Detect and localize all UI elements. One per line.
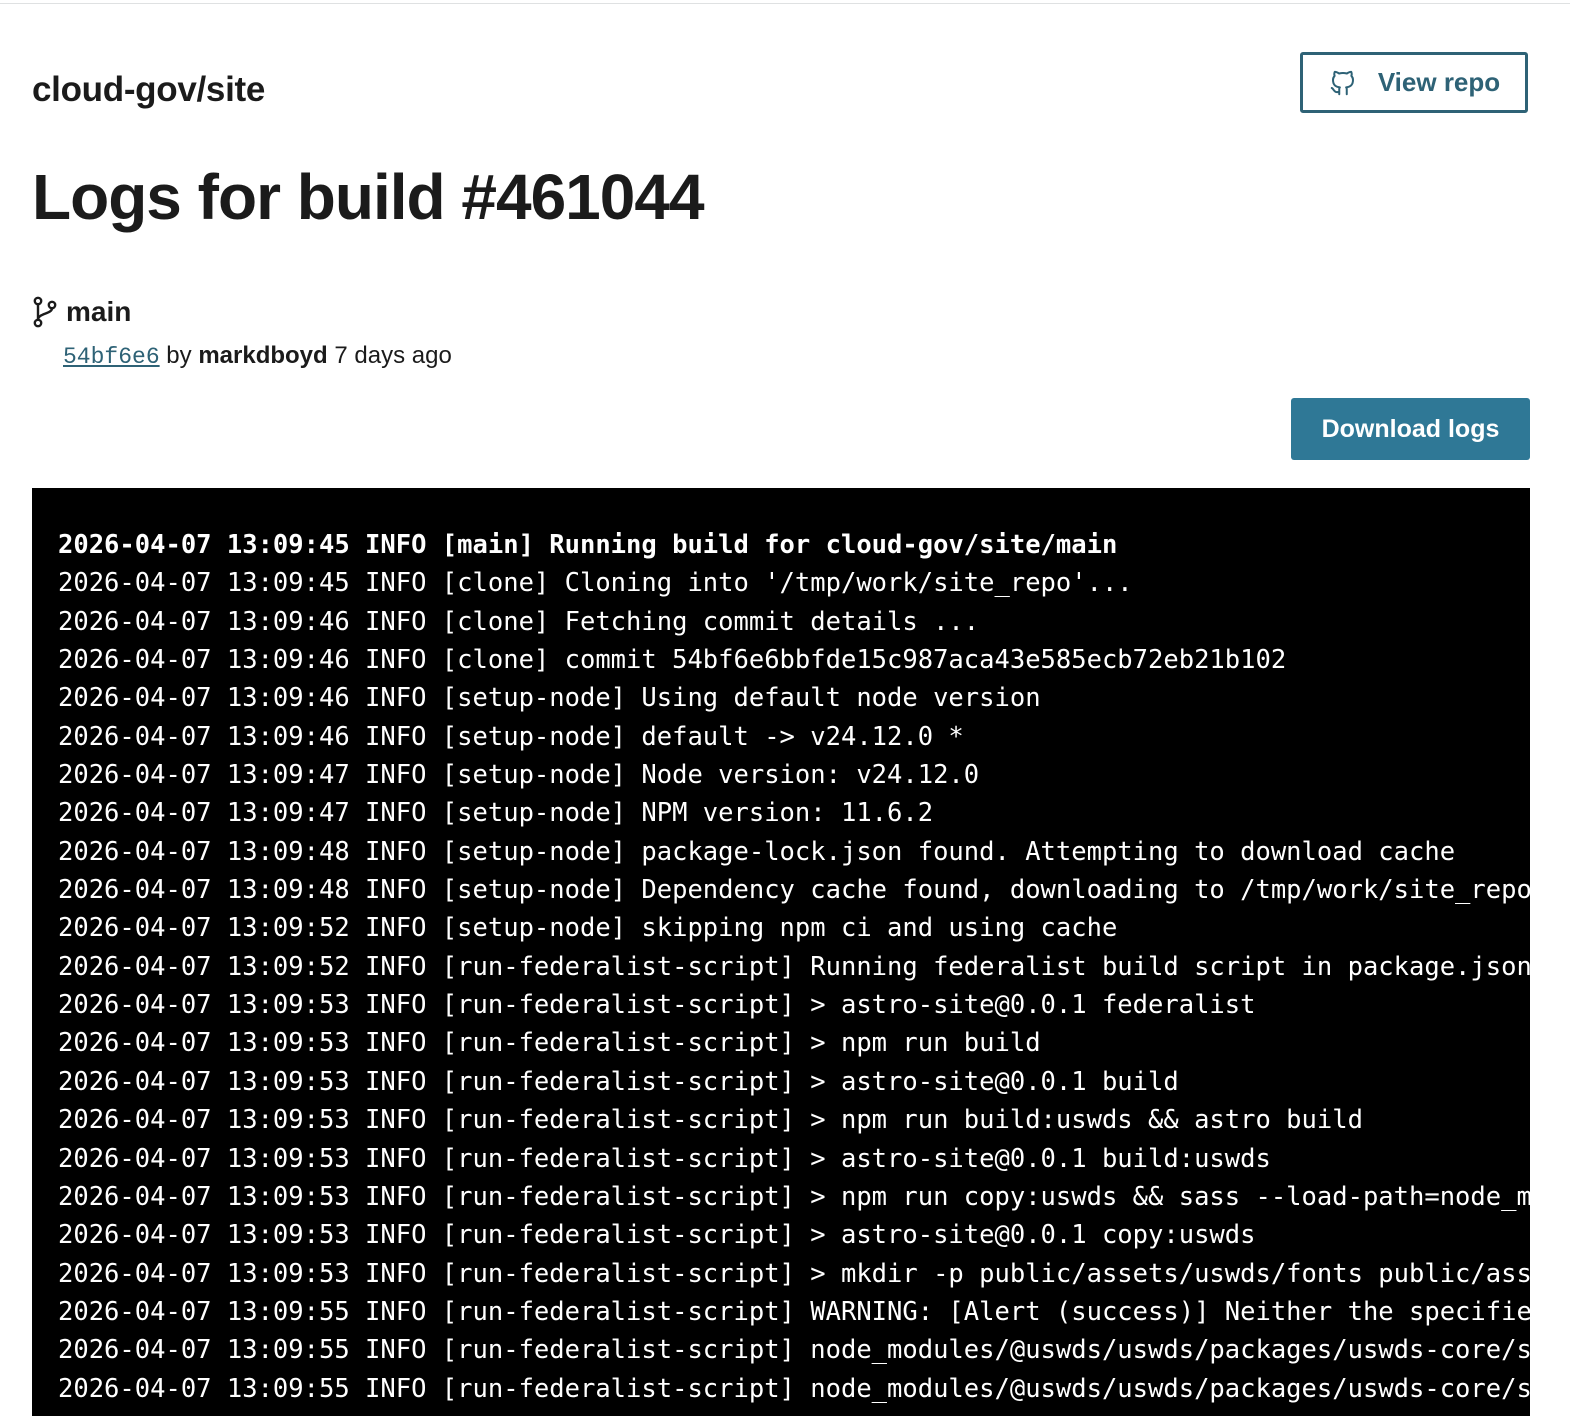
log-line: 2026-04-07 13:09:53 INFO [run-federalist… [58,1258,1530,1289]
log-line: 2026-04-07 13:09:53 INFO [run-federalist… [58,1028,1041,1059]
commit-info: 54bf6e6 by markdboyd 7 days ago [63,342,452,370]
view-repo-label: View repo [1377,67,1501,97]
log-line: 2026-04-07 13:09:48 INFO [setup-node] pa… [58,836,1456,867]
log-line: 2026-04-07 13:09:53 INFO [run-federalist… [58,1066,1179,1097]
log-line: 2026-04-07 13:09:46 INFO [clone] commit … [58,645,1287,676]
commit-by-text: by [166,342,192,369]
log-line: 2026-04-07 13:09:52 INFO [setup-node] sk… [58,913,1118,944]
log-line: 2026-04-07 13:09:53 INFO [run-federalist… [58,1105,1363,1136]
download-logs-button[interactable]: Download logs [1291,398,1530,460]
log-line: 2026-04-07 13:09:53 INFO [run-federalist… [58,1181,1530,1212]
commit-author: markdboyd [198,342,328,369]
log-line: 2026-04-07 13:09:53 INFO [run-federalist… [58,1143,1271,1174]
page-title: Logs for build #461044 [32,161,705,233]
log-line: 2026-04-07 13:09:46 INFO [setup-node] Us… [58,683,1041,714]
log-lines: 2026-04-07 13:09:45 INFO [main] Running … [58,526,1530,1408]
github-icon [1328,68,1358,98]
log-line: 2026-04-07 13:09:47 INFO [setup-node] No… [58,760,980,791]
log-line: 2026-04-07 13:09:52 INFO [run-federalist… [58,951,1530,982]
log-line: 2026-04-07 13:09:55 INFO [run-federalist… [58,1373,1530,1404]
branch-info: main [32,296,131,328]
log-line: 2026-04-07 13:09:47 INFO [setup-node] NP… [58,798,934,829]
log-line: 2026-04-07 13:09:48 INFO [setup-node] De… [58,875,1530,906]
top-divider [0,3,1570,4]
log-line: 2026-04-07 13:09:45 INFO [clone] Cloning… [58,568,1133,599]
log-line: 2026-04-07 13:09:46 INFO [setup-node] de… [58,721,964,752]
log-line: 2026-04-07 13:09:53 INFO [run-federalist… [58,990,1256,1021]
log-line: 2026-04-07 13:09:53 INFO [run-federalist… [58,1220,1256,1251]
commit-time: 7 days ago [334,342,452,369]
branch-name: main [66,296,132,327]
log-line: 2026-04-07 13:09:46 INFO [clone] Fetchin… [58,606,980,637]
repo-name: cloud-gov/site [32,70,266,109]
git-branch-icon [32,296,58,328]
log-line: 2026-04-07 13:09:45 INFO [main] Running … [58,530,1118,560]
log-line: 2026-04-07 13:09:55 INFO [run-federalist… [58,1335,1530,1366]
commit-sha-link[interactable]: 54bf6e6 [63,344,160,370]
log-line: 2026-04-07 13:09:55 INFO [run-federalist… [58,1296,1530,1327]
view-repo-button[interactable]: View repo [1300,52,1528,113]
log-output-panel[interactable]: 2026-04-07 13:09:45 INFO [main] Running … [32,488,1530,1416]
